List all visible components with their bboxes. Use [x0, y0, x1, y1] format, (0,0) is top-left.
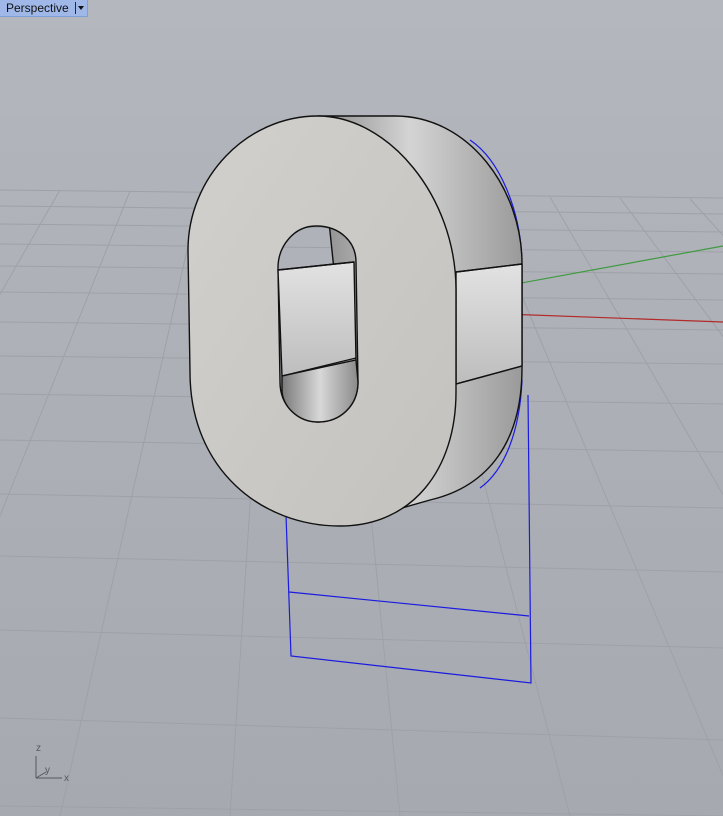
viewport-scene[interactable]: [0, 0, 723, 816]
chevron-down-icon: [78, 6, 85, 10]
viewport-title-label[interactable]: Perspective: [0, 0, 75, 16]
perspective-viewport[interactable]: Perspective z y x: [0, 0, 723, 816]
viewport-title-tab[interactable]: Perspective: [0, 0, 88, 17]
axis-widget-y-label: y: [45, 765, 50, 776]
x-axis-line: [504, 313, 723, 323]
axis-widget-x-label: x: [64, 773, 69, 784]
extruded-o-solid[interactable]: [187, 115, 523, 527]
axis-widget-z-label: z: [36, 743, 41, 754]
y-axis-line: [504, 245, 723, 287]
viewport-menu-button[interactable]: [74, 2, 87, 14]
